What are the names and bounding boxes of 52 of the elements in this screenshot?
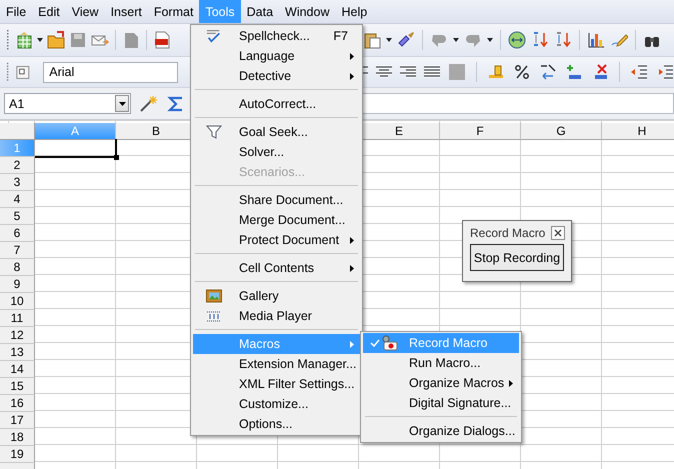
menu-item[interactable]: Media Player bbox=[193, 306, 360, 326]
row-header[interactable]: 19 bbox=[0, 446, 35, 463]
menu-title[interactable]: Edit bbox=[32, 0, 66, 23]
row-header[interactable]: 4 bbox=[0, 191, 35, 208]
menu-item[interactable]: Language bbox=[193, 46, 360, 66]
row-header[interactable]: 6 bbox=[0, 225, 35, 242]
menu-item[interactable]: Options... bbox=[193, 414, 360, 434]
font-name-field[interactable]: Arial bbox=[43, 62, 178, 82]
menu-item[interactable]: Spellcheck... F7 bbox=[193, 26, 360, 46]
menu-item[interactable]: Protect Document bbox=[193, 230, 360, 250]
menu-title[interactable]: Format bbox=[148, 0, 200, 23]
menu-title[interactable]: Window bbox=[279, 0, 336, 23]
menu-title[interactable]: Insert bbox=[104, 0, 148, 23]
menu-title[interactable]: File bbox=[0, 0, 32, 23]
row-header[interactable]: 5 bbox=[0, 208, 35, 225]
menu-item[interactable]: Detective bbox=[193, 66, 360, 86]
row-header[interactable]: 10 bbox=[0, 293, 35, 310]
menu-item[interactable]: Organize Dialogs... bbox=[363, 421, 519, 441]
row-header[interactable]: 16 bbox=[0, 395, 35, 412]
stop-recording-button[interactable]: Stop Recording bbox=[470, 244, 564, 271]
menu-title[interactable]: Help bbox=[336, 0, 374, 23]
menu-item[interactable]: Extension Manager... bbox=[193, 354, 360, 374]
row-header[interactable]: 13 bbox=[0, 344, 35, 361]
row-header[interactable]: 8 bbox=[0, 259, 35, 276]
column-header[interactable]: G bbox=[521, 123, 602, 140]
menu-item[interactable]: Run Macro... bbox=[363, 353, 519, 373]
menu-item[interactable]: Gallery bbox=[193, 286, 360, 306]
row-header[interactable]: 12 bbox=[0, 327, 35, 344]
menu-title[interactable]: Data bbox=[240, 0, 280, 23]
column-header[interactable]: H bbox=[602, 123, 674, 140]
row-header[interactable]: 14 bbox=[0, 361, 35, 378]
row-header[interactable]: 18 bbox=[0, 429, 35, 446]
row-header[interactable]: 11 bbox=[0, 310, 35, 327]
menu-item[interactable]: Cell Contents bbox=[193, 258, 360, 278]
row-header[interactable]: 17 bbox=[0, 412, 35, 429]
row-header[interactable]: 2 bbox=[0, 157, 35, 174]
toolbar-title: Record Macro bbox=[470, 226, 546, 240]
menu-title[interactable]: View bbox=[66, 0, 105, 23]
menu-item[interactable]: Merge Document... bbox=[193, 210, 360, 230]
menu-item[interactable]: Organize Macros bbox=[363, 373, 519, 393]
row-header[interactable]: 3 bbox=[0, 174, 35, 191]
row-header[interactable]: 15 bbox=[0, 378, 35, 395]
menu-item[interactable]: Digital Signature... bbox=[363, 393, 519, 413]
row-header[interactable]: 9 bbox=[0, 276, 35, 293]
menu-item[interactable]: Solver... bbox=[193, 142, 360, 162]
menu-item[interactable]: Customize... bbox=[193, 394, 360, 414]
name-box[interactable]: A1 bbox=[4, 93, 131, 114]
menu-item[interactable]: AutoCorrect... bbox=[193, 94, 360, 114]
menu-item[interactable]: Share Document... bbox=[193, 190, 360, 210]
row-header[interactable]: 7 bbox=[0, 242, 35, 259]
column-header[interactable]: F bbox=[440, 123, 521, 140]
menu-item[interactable]: XML Filter Settings... bbox=[193, 374, 360, 394]
